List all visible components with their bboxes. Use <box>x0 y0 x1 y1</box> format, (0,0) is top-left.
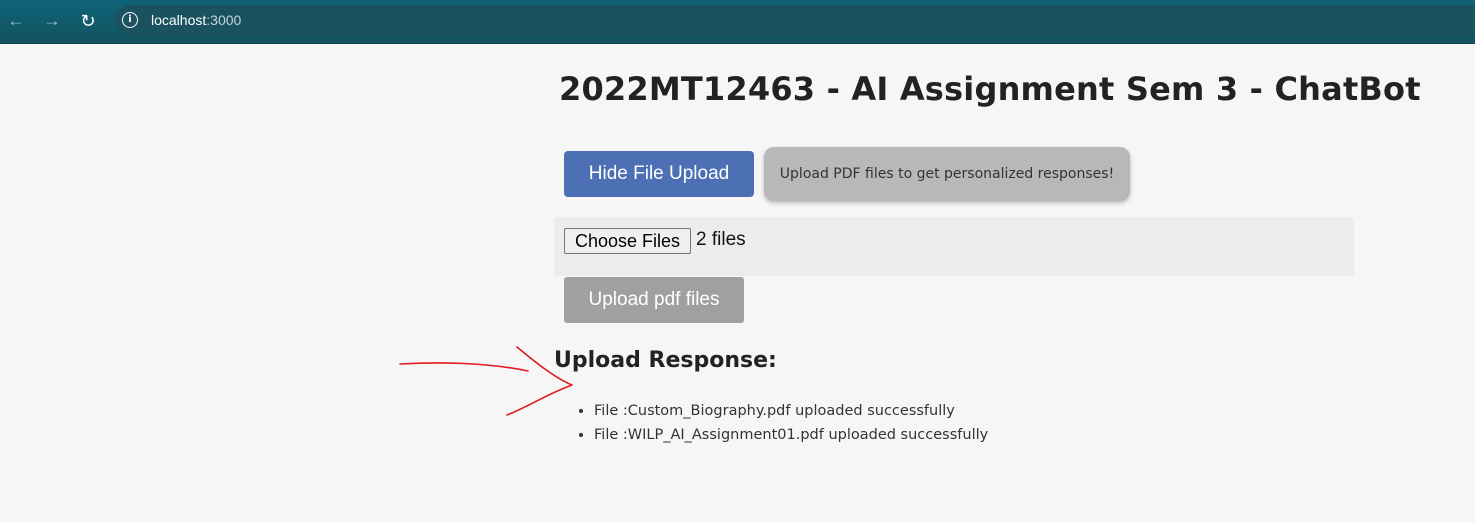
selected-files-count: 2 files <box>696 229 746 250</box>
address-bar[interactable]: i localhost:3000 <box>115 5 1475 36</box>
browser-toolbar: ← → ↻ i localhost:3000 <box>0 0 1475 44</box>
list-item: File :WILP_AI_Assignment01.pdf uploaded … <box>594 425 988 449</box>
file-upload-panel: Choose Files 2 files <box>554 217 1354 276</box>
url-text: localhost:3000 <box>151 12 241 29</box>
hide-file-upload-button[interactable]: Hide File Upload <box>564 151 754 197</box>
reload-icon[interactable]: ↻ <box>76 9 100 33</box>
page-title: 2022MT12463 - AI Assignment Sem 3 - Chat… <box>559 70 1421 108</box>
forward-arrow-icon[interactable]: → <box>40 9 64 33</box>
url-host: localhost <box>151 12 207 28</box>
upload-hint-message: Upload PDF files to get personalized res… <box>764 147 1130 201</box>
url-port: :3000 <box>206 12 242 28</box>
info-icon[interactable]: i <box>122 12 138 28</box>
upload-response-heading: Upload Response: <box>554 348 777 373</box>
annotation-arrow-shaft <box>399 362 529 372</box>
choose-files-button[interactable]: Choose Files <box>564 228 691 254</box>
annotation-arrow-head <box>506 346 573 416</box>
annotation-arrow <box>399 346 573 416</box>
upload-pdf-files-button[interactable]: Upload pdf files <box>564 277 744 323</box>
upload-response-list: File :Custom_Biography.pdf uploaded succ… <box>554 401 988 449</box>
back-arrow-icon[interactable]: ← <box>4 9 28 33</box>
list-item: File :Custom_Biography.pdf uploaded succ… <box>594 401 988 425</box>
